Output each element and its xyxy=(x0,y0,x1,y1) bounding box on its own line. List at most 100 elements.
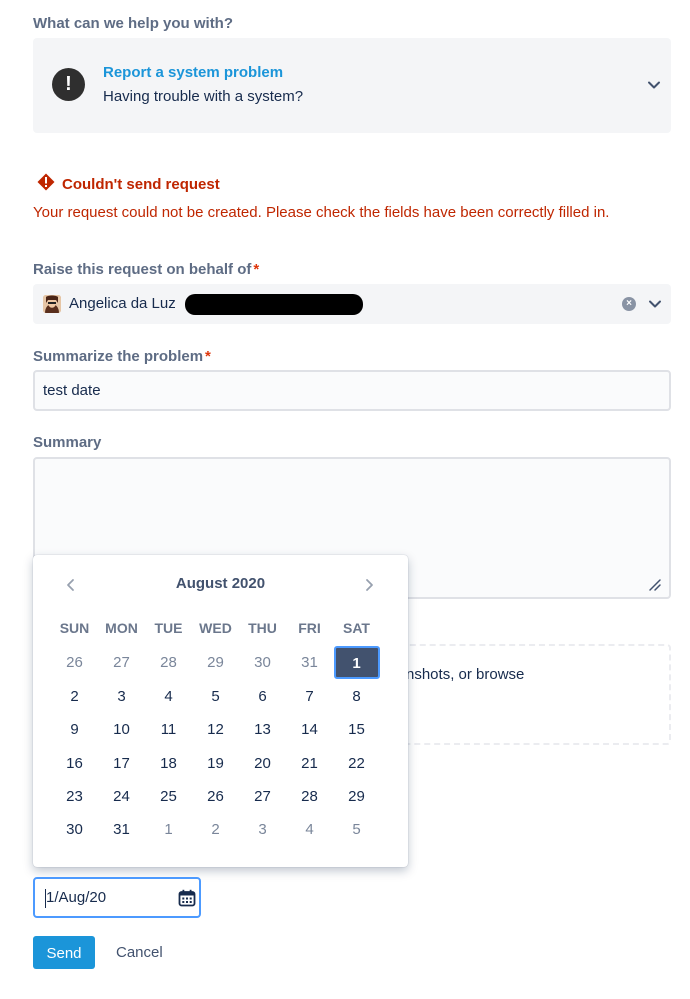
request-type-select[interactable]: ! Report a system problem Having trouble… xyxy=(33,38,671,133)
calendar-day[interactable]: 7 xyxy=(286,680,333,713)
weekday-header: TUE xyxy=(154,620,183,636)
date-picker-calendar: August 2020 SUN MON TUE WED THU FRI SAT 26 27 28 2… xyxy=(33,555,408,867)
weekday-header: SUN xyxy=(59,620,90,636)
calendar-day-number: 2 xyxy=(211,821,220,839)
calendar-day-number: 5 xyxy=(211,687,220,705)
calendar-day[interactable]: 2 xyxy=(51,680,98,713)
calendar-day-number: 30 xyxy=(66,821,83,839)
calendar-day[interactable]: 25 xyxy=(145,780,192,813)
calendar-day-number: 13 xyxy=(254,721,271,739)
calendar-day[interactable]: 19 xyxy=(192,747,239,780)
chevron-down-icon[interactable] xyxy=(648,297,662,311)
calendar-day[interactable]: 26 xyxy=(51,646,98,679)
request-type-title: Report a system problem xyxy=(103,64,284,81)
calendar-day-number: 2 xyxy=(70,687,79,705)
calendar-day[interactable]: 13 xyxy=(239,713,286,746)
calendar-day[interactable]: 3 xyxy=(98,680,145,713)
request-type-subtitle: Having trouble with a system? xyxy=(103,88,304,105)
calendar-day-number: 28 xyxy=(301,787,318,805)
calendar-day[interactable]: 28 xyxy=(286,780,333,813)
calendar-day[interactable]: 27 xyxy=(239,780,286,813)
calendar-day-number: 10 xyxy=(113,721,130,739)
summarize-input[interactable]: test date xyxy=(33,370,671,411)
resize-handle-icon[interactable] xyxy=(648,578,662,592)
calendar-day[interactable]: 27 xyxy=(98,646,145,679)
calendar-day[interactable]: 11 xyxy=(145,713,192,746)
calendar-day-number: 29 xyxy=(348,787,365,805)
calendar-day[interactable]: 14 xyxy=(286,713,333,746)
calendar-day[interactable]: 5 xyxy=(333,813,380,846)
calendar-day-number: 18 xyxy=(160,754,177,772)
calendar-day[interactable]: 17 xyxy=(98,747,145,780)
calendar-day[interactable]: 28 xyxy=(145,646,192,679)
attachment-dropzone[interactable] xyxy=(380,644,671,745)
redacted-block xyxy=(185,294,363,315)
cancel-button[interactable]: Cancel xyxy=(116,944,163,961)
calendar-day[interactable]: 30 xyxy=(239,646,286,679)
calendar-day-number: 29 xyxy=(207,654,224,672)
calendar-day-number: 3 xyxy=(117,687,126,705)
calendar-day-number: 27 xyxy=(254,787,271,805)
error-title: Couldn't send request xyxy=(62,176,220,193)
calendar-day[interactable]: 20 xyxy=(239,747,286,780)
send-button[interactable]: Send xyxy=(33,936,95,969)
calendar-day[interactable]: 24 xyxy=(98,780,145,813)
weekday-header: MON xyxy=(105,620,138,636)
calendar-day[interactable]: 16 xyxy=(51,747,98,780)
calendar-day[interactable]: 8 xyxy=(333,680,380,713)
calendar-day-number: 22 xyxy=(348,754,365,772)
required-asterisk: * xyxy=(205,348,211,365)
calendar-day[interactable]: 5 xyxy=(192,680,239,713)
weekday-header: FRI xyxy=(298,620,321,636)
chevron-down-icon[interactable] xyxy=(647,78,661,92)
calendar-day[interactable]: 18 xyxy=(145,747,192,780)
calendar-day[interactable]: 9 xyxy=(51,713,98,746)
calendar-day[interactable]: 29 xyxy=(333,780,380,813)
behalf-select[interactable]: Angelica da Luz × xyxy=(33,284,671,324)
calendar-day[interactable]: 22 xyxy=(333,747,380,780)
calendar-day-number: 4 xyxy=(305,821,314,839)
behalf-label: Raise this request on behalf of * xyxy=(33,261,259,278)
calendar-day[interactable]: 6 xyxy=(239,680,286,713)
calendar-grid: SUN MON TUE WED THU FRI SAT 26 27 28 29 30 31 1 2 3 4 5 6 7… xyxy=(51,613,380,847)
calendar-day[interactable]: 4 xyxy=(145,680,192,713)
calendar-day-selected[interactable]: 1 xyxy=(333,646,380,680)
calendar-day[interactable]: 10 xyxy=(98,713,145,746)
attachment-text[interactable]: nshots, or browse xyxy=(406,666,524,683)
calendar-month: August 2020 xyxy=(175,575,266,592)
calendar-day-number: 16 xyxy=(66,754,83,772)
calendar-day-number: 26 xyxy=(66,654,83,672)
required-asterisk: * xyxy=(253,261,260,278)
calendar-day[interactable]: 31 xyxy=(98,813,145,846)
error-icon xyxy=(37,173,55,191)
calendar-icon[interactable] xyxy=(178,889,196,907)
request-type-label: What can we help you with? xyxy=(33,15,234,32)
calendar-day[interactable]: 2 xyxy=(192,813,239,846)
calendar-day[interactable]: 26 xyxy=(192,780,239,813)
calendar-day[interactable]: 31 xyxy=(286,646,333,679)
calendar-day[interactable]: 29 xyxy=(192,646,239,679)
calendar-day[interactable]: 30 xyxy=(51,813,98,846)
chevron-right-icon[interactable] xyxy=(361,577,377,593)
calendar-day[interactable]: 3 xyxy=(239,813,286,846)
calendar-day-number: 6 xyxy=(258,687,267,705)
date-value: 1/Aug/20 xyxy=(46,889,107,906)
calendar-day-number: 4 xyxy=(164,687,173,705)
calendar-day[interactable]: 21 xyxy=(286,747,333,780)
calendar-day-number: 7 xyxy=(305,687,314,705)
calendar-day[interactable]: 23 xyxy=(51,780,98,813)
calendar-day-number: 25 xyxy=(160,787,177,805)
calendar-day-number: 28 xyxy=(160,654,177,672)
calendar-day[interactable]: 1 xyxy=(145,813,192,846)
clear-icon[interactable]: × xyxy=(622,297,636,311)
date-input[interactable]: 1/Aug/20 xyxy=(33,877,201,918)
behalf-label-text: Raise this request on behalf of xyxy=(33,261,252,278)
calendar-day[interactable]: 15 xyxy=(333,713,380,746)
weekday-header: SAT xyxy=(343,620,370,636)
calendar-day-number: 14 xyxy=(301,721,318,739)
calendar-day[interactable]: 4 xyxy=(286,813,333,846)
calendar-day[interactable]: 12 xyxy=(192,713,239,746)
behalf-value: Angelica da Luz xyxy=(69,295,176,312)
summarize-label-text: Summarize the problem xyxy=(33,348,204,365)
calendar-day-number: 9 xyxy=(70,721,79,739)
